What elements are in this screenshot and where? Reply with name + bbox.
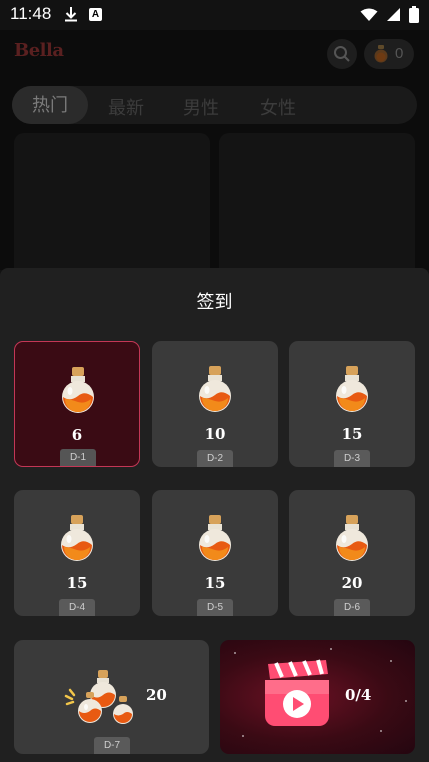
tab-latest[interactable]: 最新 (108, 94, 144, 120)
video-progress: 0/4 (345, 686, 372, 704)
day-label: D-3 (334, 450, 370, 467)
day-label: D-7 (94, 737, 130, 754)
day-amount: 20 (146, 686, 167, 704)
day-amount: 20 (341, 574, 363, 592)
day-label: D-5 (197, 599, 233, 616)
battery-icon (409, 6, 419, 28)
day-amount: 15 (66, 574, 88, 592)
search-button[interactable] (327, 39, 357, 69)
day-label: D-2 (197, 450, 233, 467)
app-logo: Bella (14, 40, 64, 61)
watch-video-reward[interactable]: 0/4 (220, 640, 415, 754)
potion-icon (61, 515, 93, 561)
content-card[interactable] (14, 133, 210, 283)
coin-balance-button[interactable]: 0 (364, 39, 414, 69)
status-time: 11:48 (10, 4, 52, 23)
checkin-day-6[interactable]: 20 D-6 (289, 490, 415, 616)
category-tabs: 热门 最新 男性 女性 (12, 86, 417, 124)
day-label: D-4 (59, 599, 95, 616)
checkin-day-5[interactable]: 15 D-5 (152, 490, 278, 616)
app-notification-icon: A (89, 8, 102, 21)
potion-bundle-icon (64, 670, 133, 724)
checkin-sheet: 签到 6 D-1 10 D-2 15 D-3 15 D-4 15 D-5 20 … (0, 268, 429, 762)
potion-icon (336, 366, 368, 412)
status-bar: 11:48 A (0, 0, 429, 30)
day-amount: 10 (204, 425, 226, 443)
app-background: Bella 0 热门 最新 男性 女性 (0, 30, 429, 283)
download-icon (64, 6, 78, 27)
coin-count: 0 (395, 45, 404, 62)
sheet-title: 签到 (196, 292, 233, 312)
content-card[interactable] (219, 133, 415, 283)
day-label: D-6 (334, 599, 370, 616)
wifi-icon (360, 8, 378, 27)
checkin-day-2[interactable]: 10 D-2 (152, 341, 278, 467)
day-label: D-1 (60, 449, 96, 466)
video-clapper-icon (265, 659, 329, 726)
potion-icon (374, 45, 388, 63)
potion-icon (62, 367, 94, 413)
search-icon (334, 46, 350, 62)
tab-male[interactable]: 男性 (183, 94, 219, 120)
signal-icon (386, 7, 401, 27)
day-amount: 15 (341, 425, 363, 443)
day-amount: 6 (71, 426, 83, 444)
potion-icon (336, 515, 368, 561)
potion-icon (199, 366, 231, 412)
tab-female[interactable]: 女性 (260, 94, 296, 120)
checkin-day-7[interactable]: 20 D-7 (14, 640, 209, 754)
potion-icon (199, 515, 231, 561)
tab-hot[interactable]: 热门 (12, 86, 88, 124)
checkin-day-4[interactable]: 15 D-4 (14, 490, 140, 616)
day-amount: 15 (204, 574, 226, 592)
checkin-day-3[interactable]: 15 D-3 (289, 341, 415, 467)
checkin-day-1[interactable]: 6 D-1 (14, 341, 140, 467)
system-icons (360, 6, 419, 28)
